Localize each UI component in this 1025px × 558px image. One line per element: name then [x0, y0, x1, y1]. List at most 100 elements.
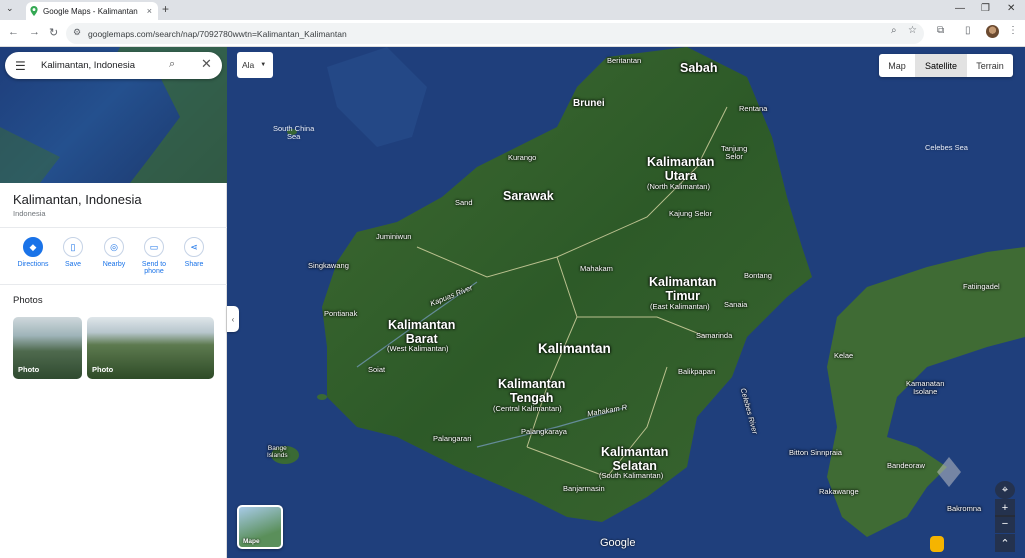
label-kalimantan-selatan: Kalimantan Selatan — [601, 445, 669, 473]
label-rentana: Rentana — [739, 104, 768, 113]
layers-label: Mape — [243, 538, 260, 545]
label-north-kalimantan: (North Kalimantan) — [647, 182, 710, 191]
search-icon[interactable]: ⌕ — [169, 58, 175, 71]
side-panel-icon[interactable]: ▯ — [965, 25, 971, 36]
map-type-terrain[interactable]: Terrain — [967, 54, 1013, 77]
label-west-kalimantan: (West Kalimantan) — [387, 344, 449, 353]
divider — [0, 227, 227, 228]
label-brunei: Brunei — [573, 98, 605, 109]
send-to-phone-button[interactable]: ▭ Send to phone — [134, 237, 174, 275]
label-soiat: Soiat — [368, 365, 386, 374]
tab-search-button[interactable]: ⌄ — [6, 3, 14, 14]
label-south-kalimantan: (South Kalimantan) — [599, 471, 664, 480]
back-icon[interactable]: ← — [8, 26, 19, 38]
phone-icon: ▭ — [144, 237, 164, 257]
label-mahakam: Mahakam — [580, 264, 613, 273]
expand-icon[interactable]: ⌃ — [995, 534, 1015, 552]
label-kurango: Kurango — [508, 153, 537, 162]
map-type-satellite[interactable]: Satellite — [915, 54, 967, 77]
label-bakromna: Bakromna — [947, 504, 982, 513]
browser-tab-strip: ⌄ Google Maps - Kalimantan × + — ❐ ✕ — [0, 0, 1025, 20]
pegman-icon[interactable] — [930, 536, 944, 552]
more-menu-icon[interactable]: ⋮ — [1008, 25, 1018, 36]
layers-button[interactable]: Mape — [237, 505, 283, 549]
maps-pin-icon — [30, 6, 38, 16]
photo-label: Photo — [92, 365, 114, 374]
label-bange-islands: Bange Islands — [267, 445, 288, 460]
collapse-panel-button[interactable]: ‹ — [227, 306, 239, 332]
chevron-down-icon: ▼ — [260, 62, 267, 68]
minimize-button[interactable]: — — [955, 3, 965, 14]
zoom-icon[interactable]: ⌕ — [891, 25, 897, 36]
nearby-button[interactable]: ◎ Nearby — [94, 237, 134, 268]
address-bar[interactable]: ⚙ googlemaps.com/search/nap/7092780wwtn=… — [66, 23, 924, 44]
label-bontang: Bontang — [744, 271, 772, 280]
my-location-icon[interactable]: ⌖ — [995, 481, 1015, 499]
maximize-button[interactable]: ❐ — [981, 3, 990, 14]
reload-icon[interactable]: ↻ — [49, 26, 58, 39]
label-kalimantan-barat: Kalimantan Barat — [388, 318, 456, 346]
label-juminiwun: Juminiwun — [376, 232, 412, 241]
nearby-label: Nearby — [102, 261, 126, 268]
share-icon: ⋖ — [184, 237, 204, 257]
extensions-icon[interactable]: ⧉ — [937, 25, 944, 36]
label-sanaia: Sanaia — [724, 300, 748, 309]
place-title: Kalimantan, Indonesia — [13, 192, 142, 207]
label-tanjung-selor: Tanjung Selor — [721, 144, 748, 162]
label-east-kalimantan: (East Kalimantan) — [650, 302, 710, 311]
browser-toolbar: ← → ↻ ⚙ googlemaps.com/search/nap/709278… — [0, 20, 1025, 47]
label-kalimantan: Kalimantan — [538, 341, 611, 356]
map-terrain-graphic — [227, 47, 1025, 558]
map-filter-dropdown[interactable]: Ala ▼ — [237, 52, 273, 78]
zoom-out-button[interactable]: − — [995, 515, 1015, 533]
label-palangkaraya: Palangkaraya — [521, 427, 567, 436]
label-kalimantan-utara: Kalimantan Utara — [647, 155, 715, 183]
nearby-icon: ◎ — [104, 237, 124, 257]
label-beritantan: Beritantan — [607, 56, 642, 65]
close-icon[interactable]: ✕ — [201, 56, 212, 72]
satellite-map[interactable]: Sabah Brunei Sarawak Kalimantan Utara (N… — [227, 47, 1025, 558]
url-text: googlemaps.com/search/nap/7092780wwtn=Ka… — [88, 28, 347, 39]
photos-heading: Photos — [13, 295, 43, 306]
save-button[interactable]: ▯ Save — [53, 237, 93, 268]
label-kalimantan-tengah: Kalimantan Tengah — [498, 377, 566, 405]
map-type-switcher: Map Satellite Terrain — [879, 54, 1013, 77]
send-to-phone-label: Send to phone — [141, 261, 167, 275]
forward-icon[interactable]: → — [29, 26, 40, 38]
save-label: Save — [65, 261, 81, 268]
tab-title: Google Maps - Kalimantan — [43, 6, 138, 16]
photo-thumbnail[interactable]: Photo — [13, 317, 82, 379]
label-kelae: Kelae — [834, 351, 854, 360]
label-sand: Sand — [455, 198, 473, 207]
tab-close-button[interactable]: × — [147, 6, 152, 16]
label-kajung-selor: Kajung Selor — [669, 209, 712, 218]
map-type-map[interactable]: Map — [879, 54, 915, 77]
photo-thumbnail[interactable]: Photo — [87, 317, 214, 379]
new-tab-button[interactable]: + — [162, 2, 169, 16]
label-samarinda: Samarinda — [696, 331, 733, 340]
tab-google-maps[interactable]: Google Maps - Kalimantan × — [26, 2, 158, 20]
label-rakawange: Rakawange — [819, 487, 859, 496]
label-bitton-sinnpraia: Bitton Sinnpraia — [789, 448, 842, 457]
label-palangarari: Palangarari — [433, 434, 472, 443]
share-label: Share — [184, 261, 204, 268]
ala-label: Ala — [242, 60, 255, 70]
label-sabah: Sabah — [680, 61, 718, 75]
label-balikpapan: Balikpapan — [678, 367, 716, 376]
directions-button[interactable]: ◆ Directions — [13, 237, 53, 268]
label-south-china-sea: South China Sea — [273, 124, 315, 142]
menu-icon[interactable]: ☰ — [15, 59, 26, 73]
divider — [0, 284, 227, 285]
site-info-icon[interactable]: ⚙ — [73, 27, 81, 38]
label-sarawak: Sarawak — [503, 189, 554, 203]
search-box[interactable]: ☰ Kalimantan, Indonesia ⌕ ✕ — [5, 52, 222, 79]
label-banjarmasin: Banjarmasin — [563, 484, 605, 493]
close-window-button[interactable]: ✕ — [1007, 3, 1015, 14]
directions-icon: ◆ — [23, 237, 43, 257]
label-singkawang: Singkawang — [308, 261, 349, 270]
share-button[interactable]: ⋖ Share — [174, 237, 214, 268]
bookmark-icon: ▯ — [63, 237, 83, 257]
search-input[interactable]: Kalimantan, Indonesia — [41, 60, 135, 71]
bookmark-star-icon[interactable]: ☆ — [908, 25, 917, 36]
profile-avatar[interactable] — [986, 25, 999, 38]
